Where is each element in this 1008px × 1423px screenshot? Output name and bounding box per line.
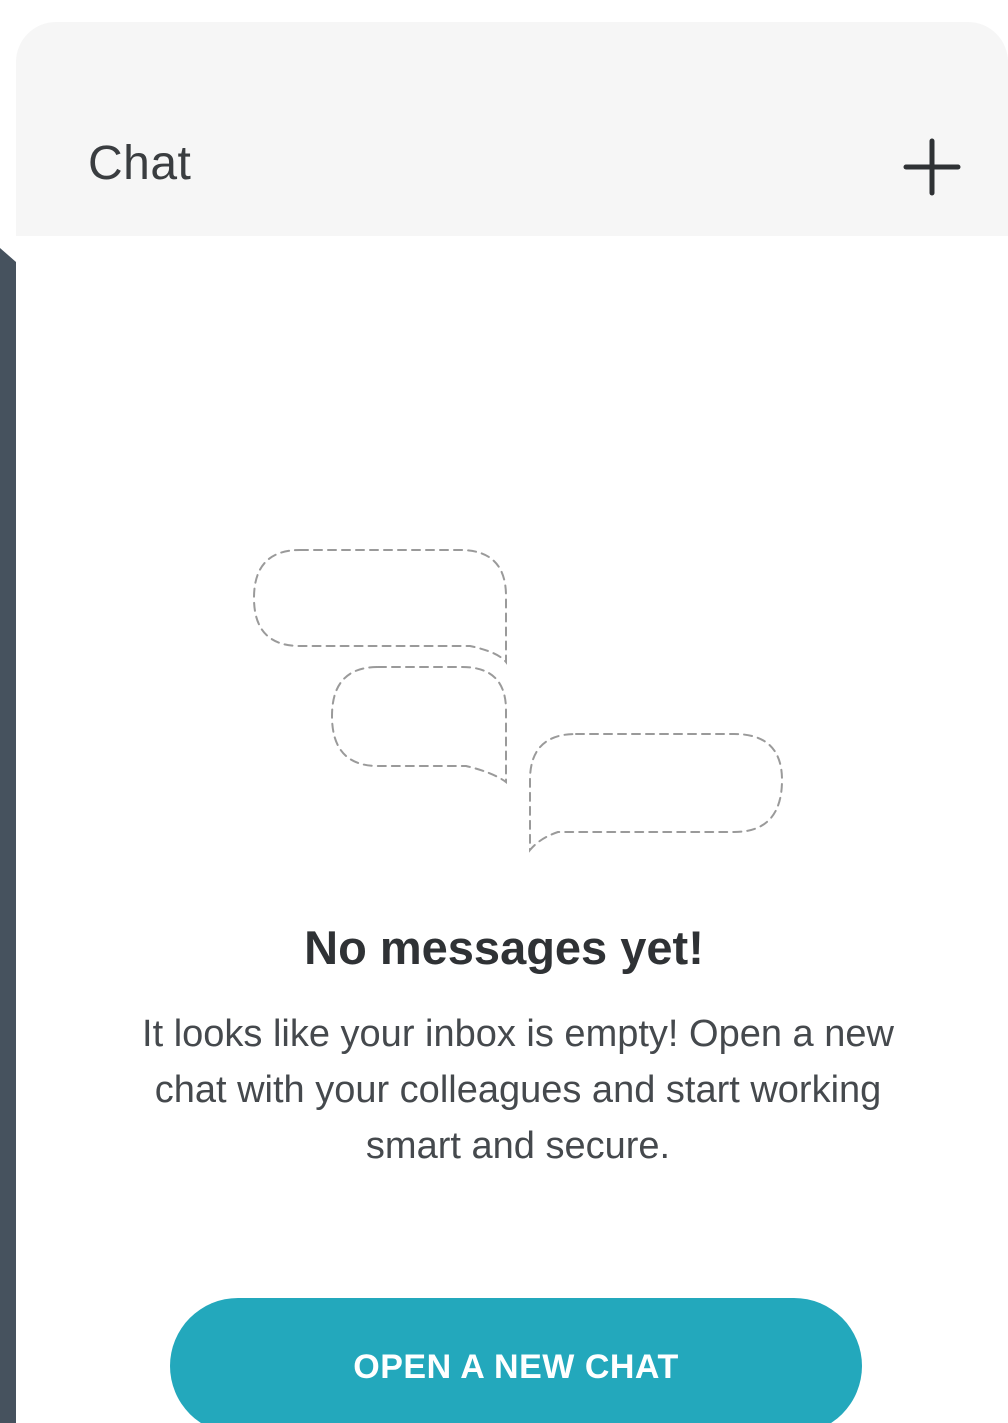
page-title: Chat	[88, 137, 192, 190]
chat-header: Chat	[16, 22, 1008, 236]
chat-bubbles-icon	[252, 549, 784, 853]
screen: Chat No messages yet! It looks like your…	[0, 0, 1008, 1423]
new-chat-plus-button[interactable]	[892, 127, 972, 207]
empty-state-description: It looks like your inbox is empty! Open …	[142, 1013, 894, 1167]
empty-state-title: No messages yet!	[304, 921, 704, 974]
plus-icon	[903, 138, 961, 196]
open-new-chat-button[interactable]: OPEN A NEW CHAT	[170, 1298, 862, 1423]
background-window-edge	[0, 248, 16, 1423]
